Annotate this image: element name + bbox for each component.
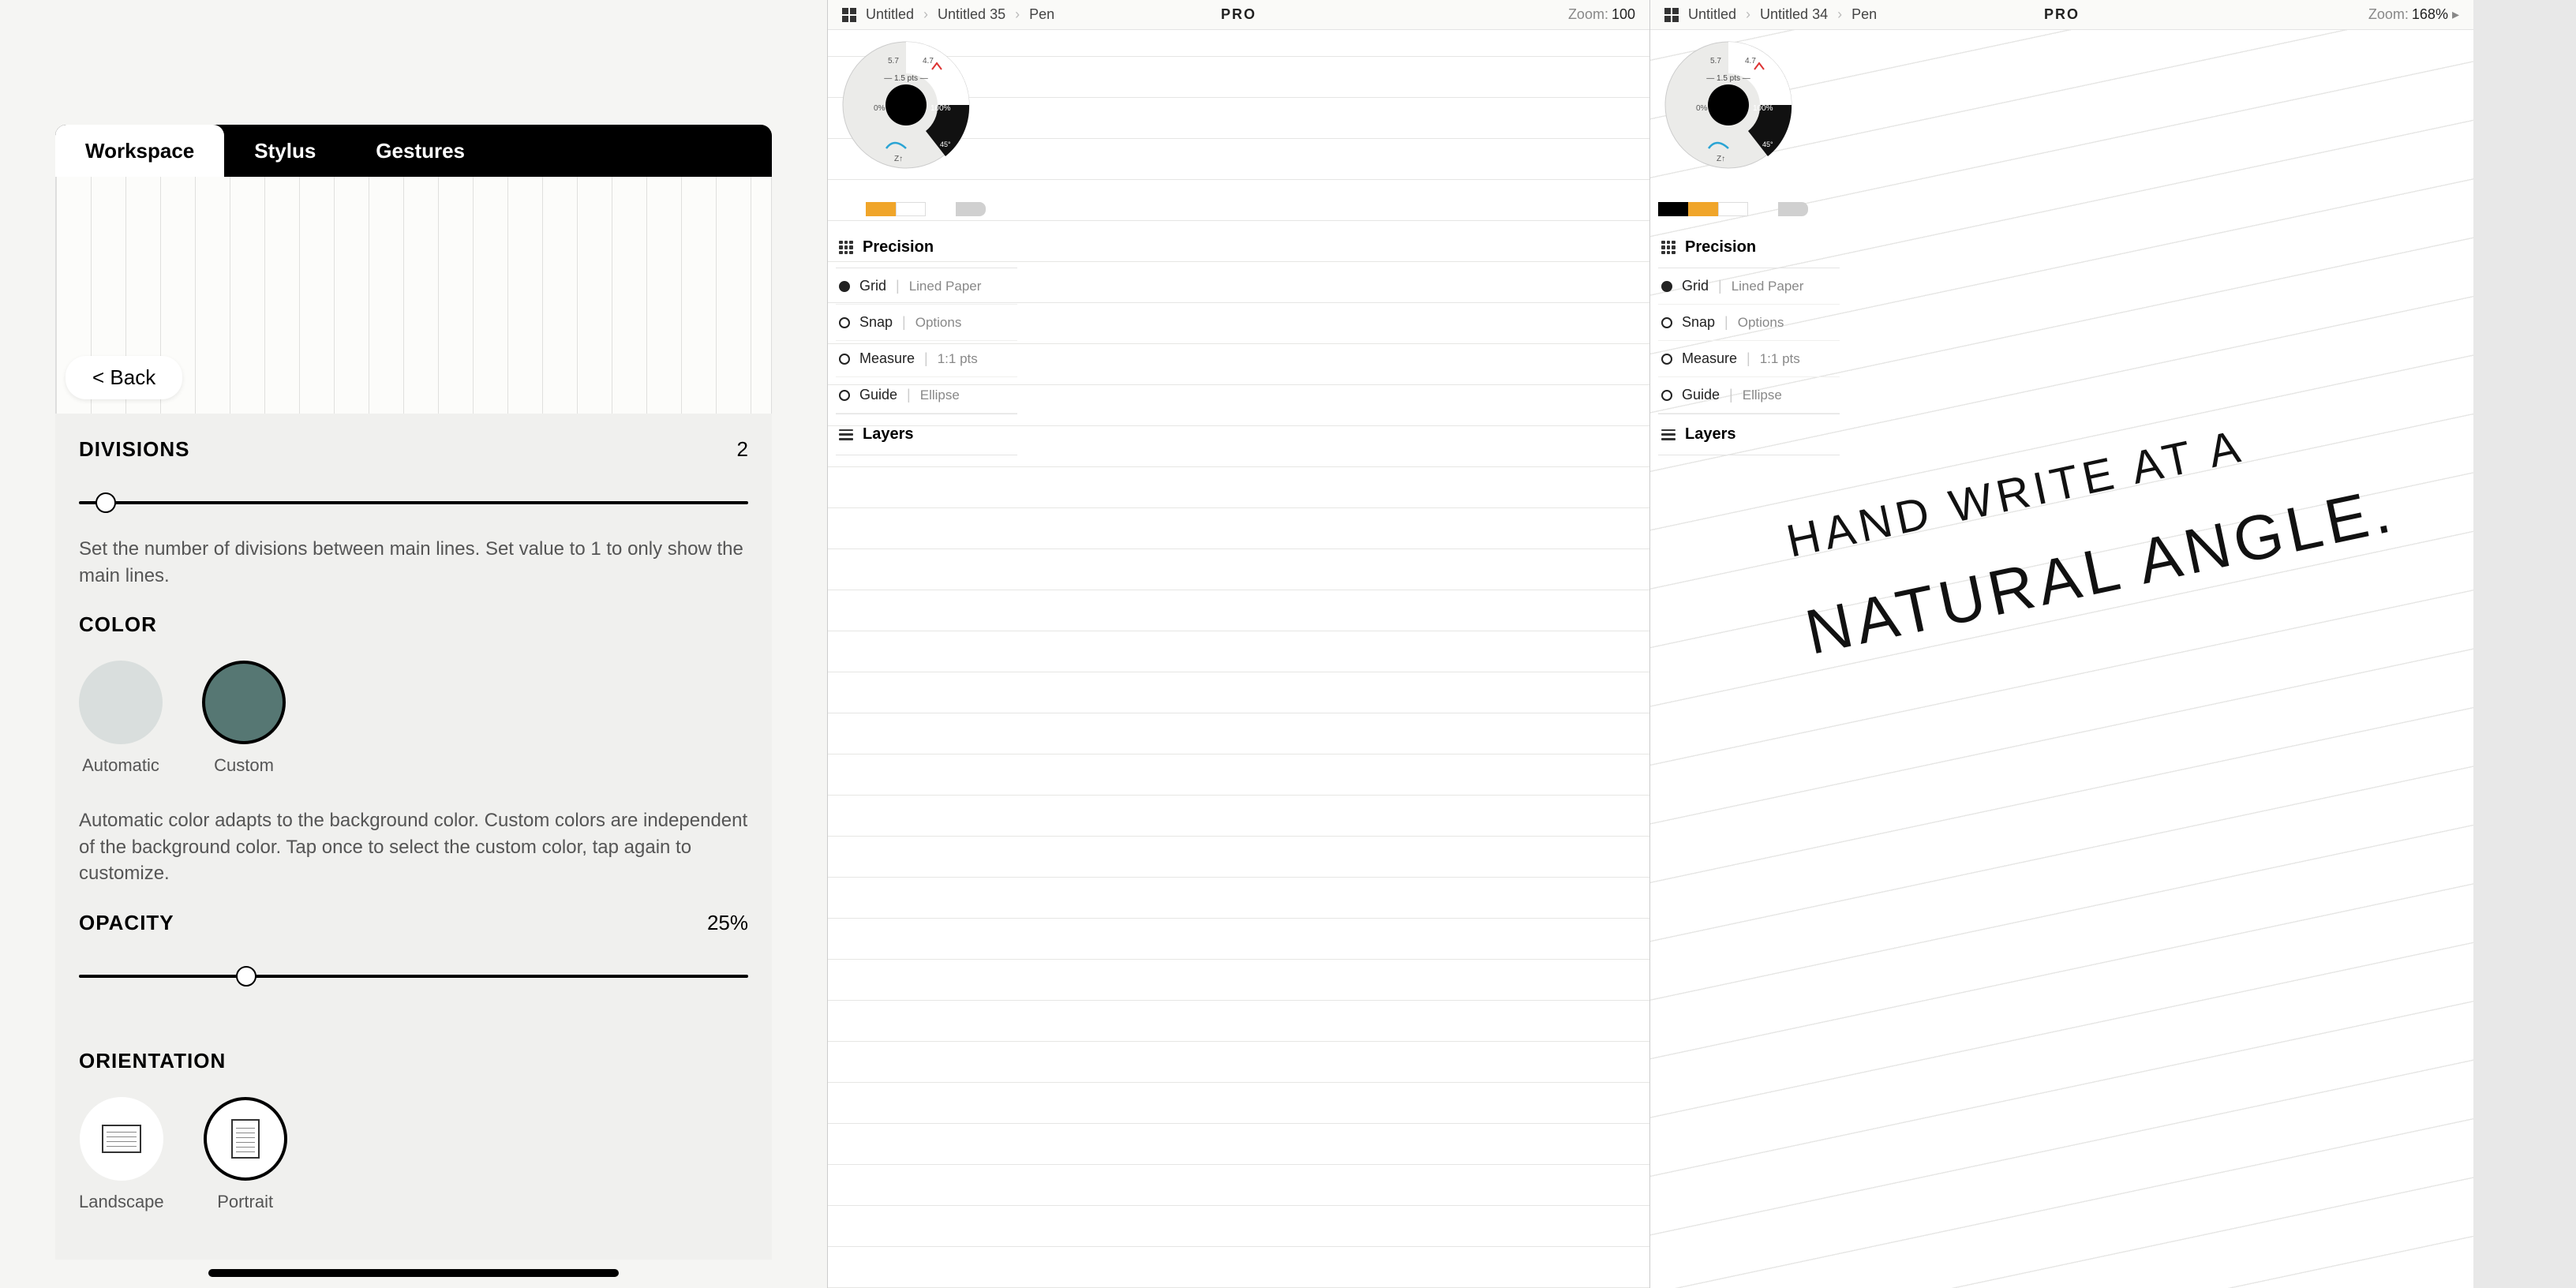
orientation-title: ORIENTATION: [79, 1049, 226, 1073]
paper-preview: < Back: [55, 177, 772, 414]
snap-row[interactable]: Snap|Options: [1658, 305, 1840, 341]
layers-header[interactable]: Layers: [836, 414, 1017, 455]
layers-header[interactable]: Layers: [1658, 414, 1840, 455]
color-swatch-3[interactable]: [896, 202, 926, 216]
grid-row[interactable]: Grid|Lined Paper: [836, 268, 1017, 305]
svg-text:100%: 100%: [1753, 104, 1773, 113]
settings-body: DIVISIONS 2 Set the number of divisions …: [55, 414, 772, 1260]
topbar: Untitled › Untitled 35 › Pen PRO Zoom:10…: [828, 0, 1649, 30]
divisions-title: DIVISIONS: [79, 437, 189, 462]
portrait-icon: [231, 1119, 260, 1159]
color-custom[interactable]: Custom: [202, 661, 286, 776]
color-swatch-2[interactable]: [866, 202, 896, 216]
back-button[interactable]: < Back: [66, 356, 182, 399]
zoom-readout[interactable]: Zoom:100: [1568, 6, 1635, 23]
layers-icon: [1661, 429, 1676, 440]
precision-header[interactable]: Precision: [836, 227, 1017, 268]
precision-icon: [1661, 241, 1676, 255]
svg-text:Z↑: Z↑: [1717, 155, 1725, 163]
sidebar: Precision Grid|Lined Paper Snap|Options …: [836, 227, 1017, 455]
orientation-landscape[interactable]: Landscape: [79, 1097, 164, 1212]
divisions-slider[interactable]: [79, 501, 748, 504]
tool-puck[interactable]: 5.7 4.7 — 1.5 pts — 0% 100% 45° Z↑: [1661, 38, 1795, 172]
breadcrumb[interactable]: Untitled › Untitled 34 › Pen: [1664, 6, 1877, 23]
color-automatic[interactable]: Automatic: [79, 661, 163, 776]
sidebar: Precision Grid|Lined Paper Snap|Options …: [1658, 227, 1840, 455]
color-swatch-3[interactable]: [1718, 202, 1748, 216]
svg-text:0%: 0%: [874, 104, 886, 113]
measure-row[interactable]: Measure|1:1 pts: [1658, 341, 1840, 377]
snap-row[interactable]: Snap|Options: [836, 305, 1017, 341]
landscape-icon: [102, 1125, 141, 1153]
divisions-desc: Set the number of divisions between main…: [79, 536, 748, 589]
opacity-value: 25%: [707, 911, 748, 935]
custom-swatch-icon: [202, 661, 286, 744]
color-strip[interactable]: [1658, 202, 1808, 216]
color-desc: Automatic color adapts to the background…: [79, 807, 748, 887]
orientation-portrait[interactable]: Portrait: [204, 1097, 287, 1212]
color-swatch-2[interactable]: [1688, 202, 1718, 216]
svg-text:5.7: 5.7: [1710, 57, 1721, 66]
svg-text:— 1.5 pts —: — 1.5 pts —: [884, 74, 928, 83]
canvas-area[interactable]: HAND WRITE AT A NATURAL ANGLE.: [1650, 30, 2473, 1288]
tab-stylus[interactable]: Stylus: [224, 125, 346, 177]
tab-workspace[interactable]: Workspace: [55, 125, 224, 177]
color-strip[interactable]: [836, 202, 986, 216]
svg-text:45°: 45°: [1762, 140, 1773, 148]
tab-gestures[interactable]: Gestures: [346, 125, 495, 177]
grid-icon[interactable]: [1664, 8, 1679, 22]
canvas-panel-2: Untitled › Untitled 35 › Pen PRO Zoom:10…: [827, 0, 1649, 1288]
color-swatch-1[interactable]: [836, 202, 866, 216]
precision-icon: [839, 241, 853, 255]
divisions-value: 2: [737, 437, 748, 462]
guide-row[interactable]: Guide|Ellipse: [836, 377, 1017, 414]
precision-header[interactable]: Precision: [1658, 227, 1840, 268]
grid-icon[interactable]: [842, 8, 856, 22]
svg-text:Z↑: Z↑: [894, 155, 903, 163]
lined-paper-bg-rotated: [1650, 30, 2473, 1288]
lined-paper-bg: [828, 30, 1649, 1288]
canvas-area[interactable]: [828, 30, 1649, 1288]
measure-row[interactable]: Measure|1:1 pts: [836, 341, 1017, 377]
guide-row[interactable]: Guide|Ellipse: [1658, 377, 1840, 414]
opacity-title: OPACITY: [79, 911, 174, 935]
color-swatch-1[interactable]: [1658, 202, 1688, 216]
layers-icon: [839, 429, 853, 440]
topbar: Untitled › Untitled 34 › Pen PRO Zoom:16…: [1650, 0, 2473, 30]
svg-text:0%: 0%: [1696, 104, 1708, 113]
svg-text:100%: 100%: [930, 104, 951, 113]
color-swatch-4[interactable]: [1778, 202, 1808, 216]
svg-text:4.7: 4.7: [923, 57, 934, 66]
tabs-bar: Workspace Stylus Gestures: [55, 125, 772, 177]
opacity-slider[interactable]: [79, 975, 748, 978]
canvas-panel-3: Untitled › Untitled 34 › Pen PRO Zoom:16…: [1649, 0, 2473, 1288]
pro-badge: PRO: [1221, 6, 1256, 23]
grid-row[interactable]: Grid|Lined Paper: [1658, 268, 1840, 305]
pro-badge: PRO: [2044, 6, 2080, 23]
svg-text:45°: 45°: [940, 140, 951, 148]
zoom-readout[interactable]: Zoom:168% ▸: [2368, 6, 2459, 23]
svg-text:5.7: 5.7: [888, 57, 899, 66]
home-indicator: [208, 1269, 619, 1277]
tool-puck[interactable]: 5.7 4.7 — 1.5 pts — 0% 100% 45° Z↑: [839, 38, 973, 172]
svg-text:— 1.5 pts —: — 1.5 pts —: [1706, 74, 1750, 83]
settings-panel: Workspace Stylus Gestures < Back DIVISIO…: [0, 0, 827, 1288]
color-swatch-4[interactable]: [956, 202, 986, 216]
color-title: COLOR: [79, 612, 157, 637]
svg-text:4.7: 4.7: [1745, 57, 1756, 66]
breadcrumb[interactable]: Untitled › Untitled 35 › Pen: [842, 6, 1054, 23]
automatic-swatch-icon: [79, 661, 163, 744]
